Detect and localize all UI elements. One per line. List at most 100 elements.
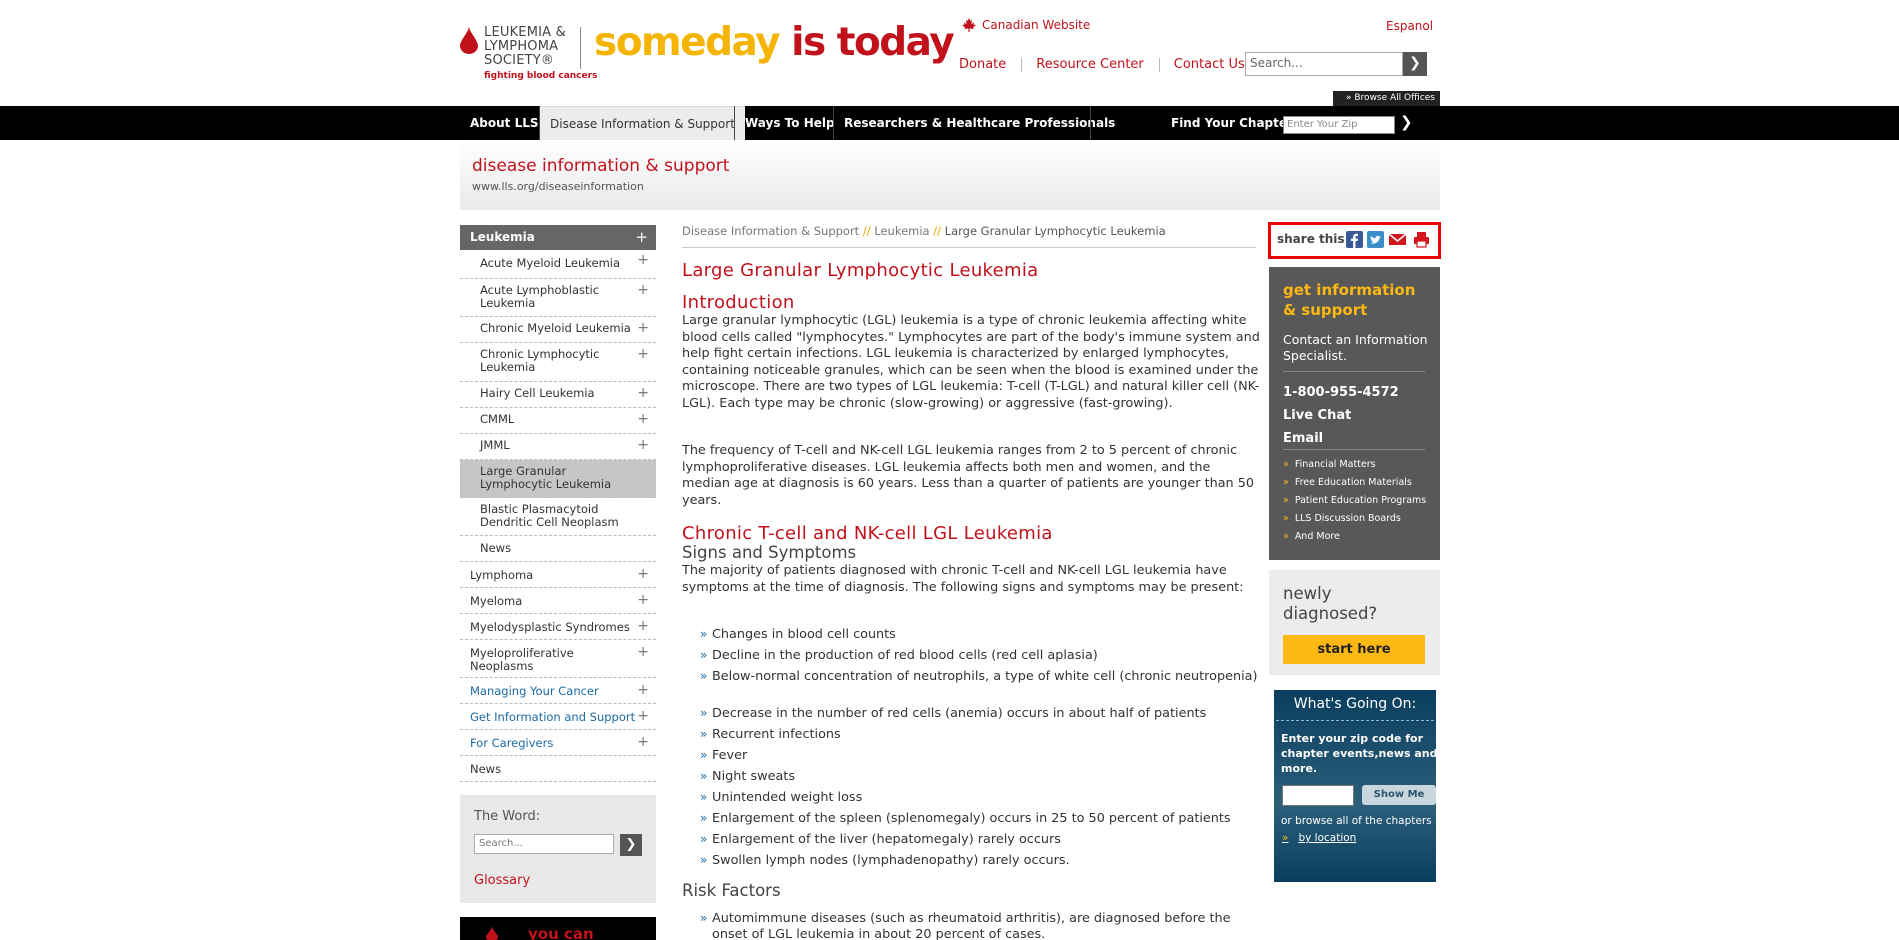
share-label: share this: [1277, 232, 1345, 246]
search-submit-button[interactable]: ❯: [1403, 52, 1427, 76]
print-icon[interactable]: [1413, 231, 1430, 248]
donate-link[interactable]: Donate: [959, 58, 1021, 72]
expand-icon[interactable]: +: [637, 709, 649, 723]
sidebar-item-label: Myeloproliferative Neoplasms: [470, 646, 574, 673]
sidebar-item-leukemia[interactable]: Leukemia +: [460, 225, 656, 250]
glossary-search-input[interactable]: Search...: [474, 834, 614, 854]
expand-icon[interactable]: +: [637, 619, 649, 633]
events-zip-input[interactable]: [1282, 785, 1354, 806]
lls-logo-text[interactable]: LEUKEMIA & LYMPHOMA SOCIETY®: [484, 26, 584, 68]
expand-icon[interactable]: +: [637, 253, 649, 267]
education-programs-link[interactable]: » Patient Education Programs: [1283, 495, 1426, 506]
expand-icon[interactable]: +: [637, 683, 649, 697]
logo-tagline: fighting blood cancers: [484, 71, 598, 81]
list-item: » Decrease in the number of red cells (an…: [700, 706, 1207, 721]
sidebar-item-jmml[interactable]: JMML +: [460, 434, 656, 460]
expand-icon[interactable]: +: [637, 735, 649, 749]
expand-icon[interactable]: +: [637, 347, 649, 361]
facebook-icon[interactable]: [1346, 231, 1363, 248]
sidebar-item-caregivers[interactable]: For Caregivers +: [460, 730, 656, 756]
twitter-icon[interactable]: [1367, 231, 1384, 248]
breadcrumb: Disease Information & Support // Leukemi…: [682, 224, 1166, 238]
expand-icon[interactable]: +: [637, 412, 649, 426]
sidebar-item-news[interactable]: News: [460, 756, 656, 782]
intro-heading: Introduction: [682, 292, 795, 313]
sidebar-item-lgl-leukemia[interactable]: Large Granular Lymphocytic Leukemia: [460, 460, 656, 498]
sidebar-item-label: CMML: [480, 412, 515, 426]
sidebar-item-cml[interactable]: Chronic Myeloid Leukemia +: [460, 317, 656, 343]
expand-icon[interactable]: +: [637, 593, 649, 607]
breadcrumb-current: Large Granular Lymphocytic Leukemia: [944, 224, 1166, 238]
breadcrumb-separator: //: [862, 224, 871, 238]
nav-disease-information[interactable]: Disease Information & Support: [540, 106, 745, 140]
sidebar-item-label: Leukemia: [470, 230, 535, 244]
glossary-link[interactable]: Glossary: [474, 873, 530, 888]
live-chat-link[interactable]: Live Chat: [1283, 408, 1351, 423]
sidebar-item-label: Chronic Lymphocytic Leukemia: [480, 347, 600, 374]
show-me-button[interactable]: Show Me: [1362, 785, 1436, 805]
sidebar-item-hairy-cell[interactable]: Hairy Cell Leukemia +: [460, 382, 656, 408]
nav-researchers[interactable]: Researchers & Healthcare Professionals: [834, 106, 1125, 140]
browse-chapters-text: or browse all of the chapters: [1281, 815, 1432, 827]
sidebar-item-get-information[interactable]: Get Information and Support +: [460, 704, 656, 730]
campaign-tagline: someday is today: [594, 20, 955, 65]
list-item: » Recurrent infections: [700, 727, 841, 742]
chapter-zip-submit[interactable]: ❯: [1400, 113, 1413, 131]
email-icon[interactable]: [1389, 231, 1406, 248]
resource-center-link[interactable]: Resource Center: [1021, 58, 1159, 72]
breadcrumb-separator: //: [933, 224, 942, 238]
sidebar-item-label: Myelodysplastic Syndromes: [470, 620, 630, 634]
nav-about-lls[interactable]: About LLS: [460, 106, 549, 140]
espanol-link[interactable]: Espanol: [1386, 19, 1433, 33]
nav-ways-to-help[interactable]: Ways To Help: [735, 106, 845, 140]
expand-icon[interactable]: +: [637, 321, 649, 335]
sidebar-item-cll[interactable]: Chronic Lymphocytic Leukemia +: [460, 343, 656, 382]
expand-icon[interactable]: +: [637, 283, 649, 297]
sidebar-item-mpn[interactable]: Myeloproliferative Neoplasms +: [460, 640, 656, 678]
browse-all-offices-link[interactable]: » Browse All Offices: [1333, 91, 1440, 106]
expand-icon[interactable]: +: [637, 438, 649, 452]
frequency-paragraph: The frequency of T-cell and NK-cell LGL …: [682, 443, 1255, 508]
list-item: » Changes in blood cell counts: [700, 627, 896, 642]
sidebar-item-news-sub[interactable]: News: [460, 536, 656, 562]
list-item: » Night sweats: [700, 769, 795, 784]
expand-icon[interactable]: +: [637, 645, 649, 659]
page-title: Large Granular Lymphocytic Leukemia: [682, 260, 1039, 281]
sidebar-item-aml[interactable]: Acute Myeloid Leukemia +: [460, 253, 656, 279]
and-more-link[interactable]: » And More: [1283, 531, 1340, 542]
promo-text: you can: [528, 925, 594, 940]
signs-intro: The majority of patients diagnosed with …: [682, 563, 1244, 595]
canadian-website-label: Canadian Website: [982, 18, 1091, 32]
free-education-link[interactable]: » Free Education Materials: [1283, 477, 1412, 488]
financial-matters-link[interactable]: » Financial Matters: [1283, 459, 1376, 470]
start-here-button[interactable]: start here: [1283, 635, 1425, 664]
email-link[interactable]: Email: [1283, 431, 1323, 446]
chapter-zip-input[interactable]: Enter Your Zip: [1283, 116, 1395, 134]
sidebar-item-myeloma[interactable]: Myeloma +: [460, 588, 656, 614]
expand-icon[interactable]: +: [637, 386, 649, 400]
sidebar-item-mds[interactable]: Myelodysplastic Syndromes +: [460, 614, 656, 640]
logo-divider: [580, 27, 581, 69]
phone-number-link[interactable]: 1-800-955-4572: [1283, 385, 1399, 400]
divider: [1283, 449, 1425, 450]
divider: [682, 247, 1256, 248]
list-item: » Unintended weight loss: [700, 790, 863, 805]
discussion-boards-link[interactable]: » LLS Discussion Boards: [1283, 513, 1401, 524]
signs-heading: Signs and Symptoms: [682, 543, 857, 562]
expand-icon[interactable]: +: [637, 567, 649, 581]
expand-icon[interactable]: +: [635, 225, 648, 250]
sidebar-item-cmml[interactable]: CMML +: [460, 408, 656, 434]
breadcrumb-link[interactable]: Disease Information & Support: [682, 224, 859, 238]
sidebar-item-all[interactable]: Acute Lymphoblastic Leukemia +: [460, 279, 656, 317]
contact-specialist-text: Contact an Information Specialist.: [1283, 332, 1428, 363]
site-search-input[interactable]: Search...: [1245, 52, 1403, 76]
list-item: » Swollen lymph nodes (lymphadenopathy) r…: [700, 853, 1070, 868]
by-location-link[interactable]: » by location: [1282, 832, 1356, 844]
risk-heading: Risk Factors: [682, 881, 781, 900]
glossary-search-button[interactable]: ❯: [620, 834, 642, 856]
breadcrumb-link[interactable]: Leukemia: [874, 224, 929, 238]
sidebar-item-bpdcn[interactable]: Blastic Plasmacytoid Dendritic Cell Neop…: [460, 498, 656, 536]
canadian-website-link[interactable]: Canadian Website: [962, 18, 1090, 32]
sidebar-item-lymphoma[interactable]: Lymphoma +: [460, 562, 656, 588]
sidebar-item-managing-cancer[interactable]: Managing Your Cancer +: [460, 678, 656, 704]
